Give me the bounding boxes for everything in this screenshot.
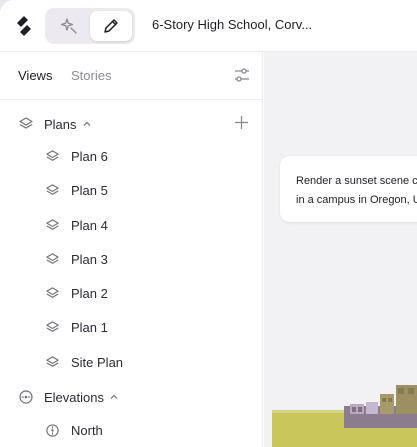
- add-plan-icon[interactable]: [234, 115, 249, 130]
- group-elevations[interactable]: Elevations: [18, 387, 119, 407]
- prompt-card[interactable]: Render a sunset scene c in a campus in O…: [280, 156, 417, 222]
- sidebar-divider: [0, 99, 263, 100]
- group-plans-label: Plans: [44, 116, 77, 132]
- render-preview-image: [272, 385, 417, 447]
- filter-settings-icon[interactable]: [233, 66, 251, 84]
- sidebar-item-plan-5[interactable]: Plan 5: [45, 180, 108, 200]
- layers-icon: [46, 355, 59, 367]
- sidebar-item-label: Site Plan: [71, 354, 124, 370]
- sidebar-item-label: Plan 2: [71, 285, 108, 301]
- layers-icon: [46, 218, 59, 230]
- sidebar-item-site-plan[interactable]: Site Plan: [45, 352, 123, 372]
- mode-toggle: [45, 8, 135, 44]
- prompt-line-2: in a campus in Oregon, U: [296, 194, 417, 206]
- sidebar-item-plan-6[interactable]: Plan 6: [45, 146, 108, 166]
- project-title[interactable]: 6-Story High School, Corv...: [152, 17, 312, 32]
- prompt-line-1: Render a sunset scene c: [296, 175, 417, 187]
- sidebar-item-north[interactable]: North: [45, 420, 103, 440]
- app-window: 6-Story High School, Corv... Views Stori…: [0, 0, 417, 447]
- sidebar-item-plan-2[interactable]: Plan 2: [45, 283, 108, 303]
- tab-views[interactable]: Views: [18, 68, 52, 83]
- chevron-up-icon[interactable]: [82, 119, 92, 129]
- group-plans[interactable]: Plans: [18, 114, 92, 134]
- layers-icon: [46, 183, 59, 195]
- chevron-up-icon[interactable]: [109, 392, 119, 402]
- sidebar-item-label: North: [71, 422, 103, 438]
- sidebar-item-label: Plan 1: [71, 319, 108, 335]
- ai-mode-button[interactable]: [48, 11, 90, 41]
- layers-icon: [19, 117, 33, 129]
- sidebar-item-label: Plan 6: [71, 148, 108, 164]
- sidebar-item-plan-3[interactable]: Plan 3: [45, 249, 108, 269]
- sidebar-item-label: Plan 3: [71, 251, 108, 267]
- compass-icon: [46, 423, 59, 437]
- compass-icon: [19, 390, 33, 404]
- app-logo-icon[interactable]: [13, 14, 35, 38]
- layers-icon: [46, 252, 59, 264]
- sparkle-icon: [60, 18, 77, 34]
- sidebar-item-label: Plan 5: [71, 182, 108, 198]
- sidebar-item-label: Plan 4: [71, 217, 108, 233]
- layers-icon: [46, 149, 59, 161]
- top-bar: 6-Story High School, Corv...: [0, 0, 417, 52]
- draw-mode-button[interactable]: [90, 11, 132, 41]
- sidebar-item-plan-1[interactable]: Plan 1: [45, 317, 108, 337]
- sidebar-item-plan-4[interactable]: Plan 4: [45, 215, 108, 235]
- group-elevations-label: Elevations: [44, 389, 104, 405]
- views-sidebar: Views Stories Plans Plan 6 Plan 5 Plan 4…: [0, 52, 263, 447]
- layers-icon: [46, 320, 59, 332]
- tab-stories[interactable]: Stories: [71, 68, 111, 83]
- pencil-icon: [104, 19, 118, 33]
- layers-icon: [46, 286, 59, 298]
- canvas-area[interactable]: Render a sunset scene c in a campus in O…: [264, 52, 417, 447]
